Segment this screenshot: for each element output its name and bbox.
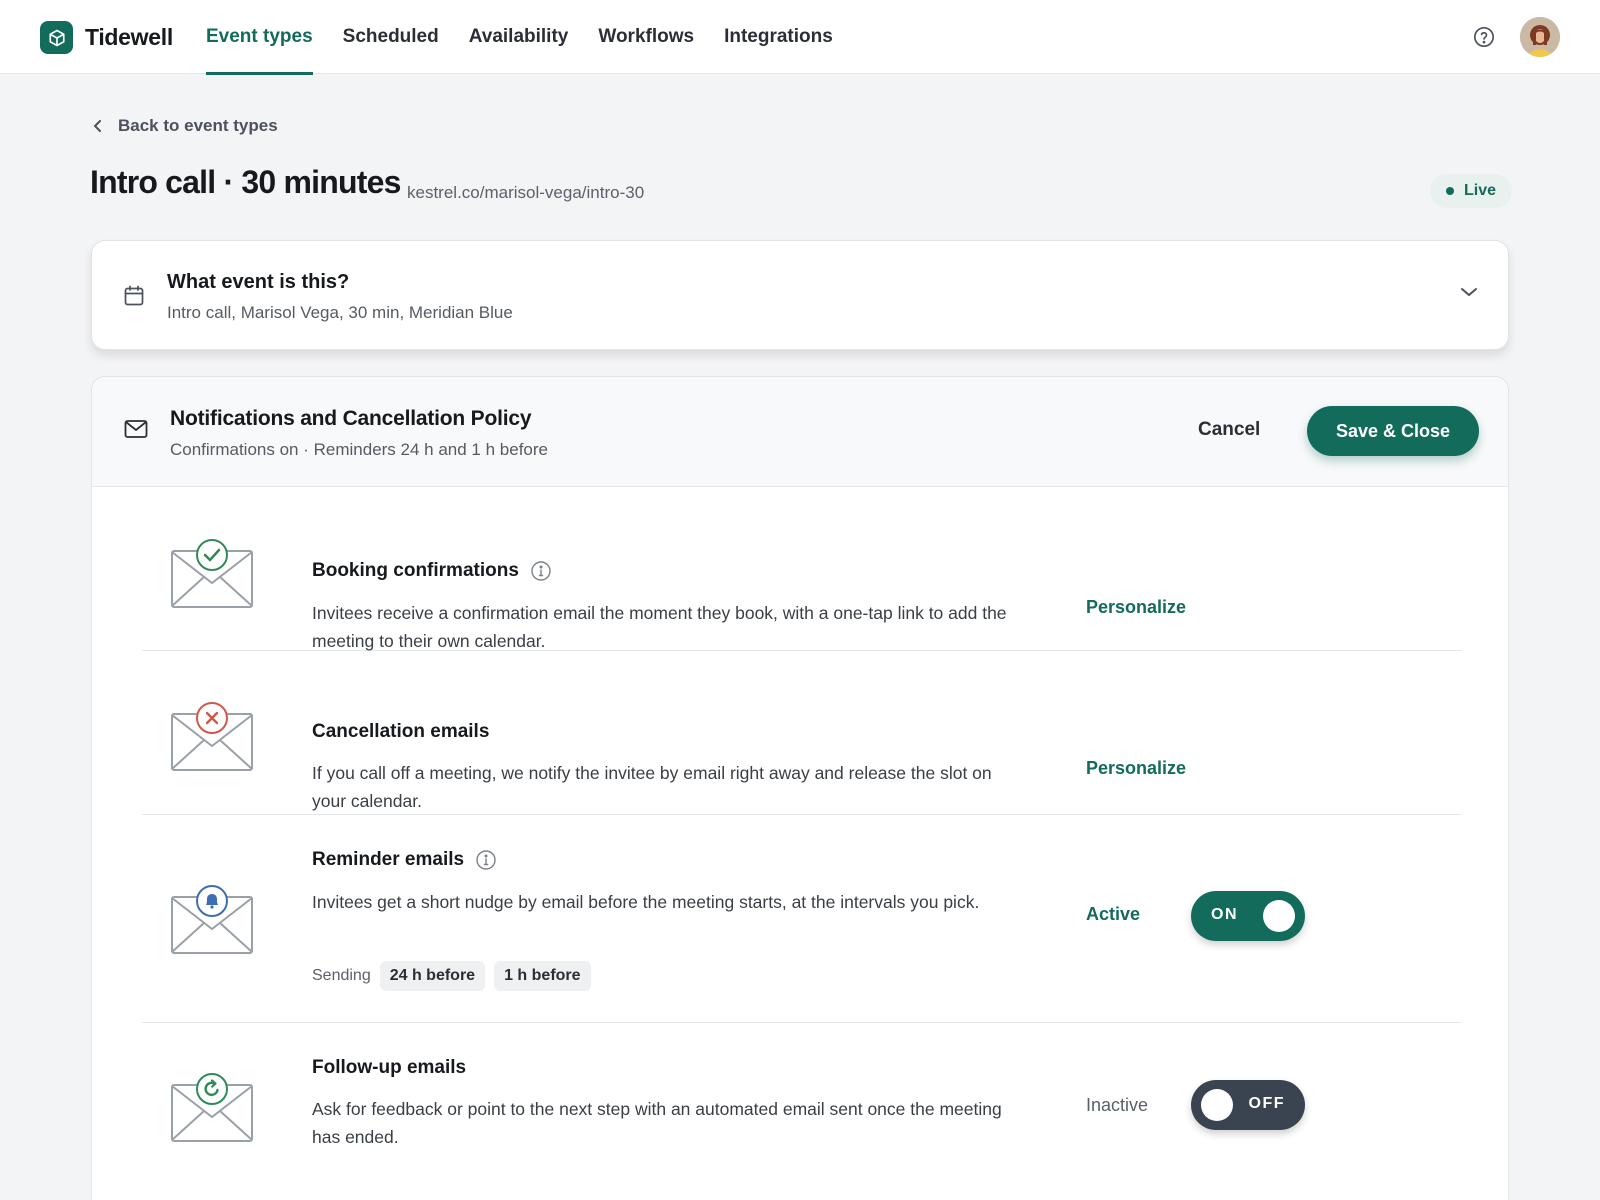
event-card-summary: Intro call, Marisol Vega, 30 min, Meridi… bbox=[167, 303, 513, 322]
page-title: Intro call · 30 minutes bbox=[90, 164, 401, 200]
toggle-knob bbox=[1201, 1089, 1233, 1121]
row-description: Invitees get a short nudge by email befo… bbox=[312, 892, 980, 912]
brand[interactable]: Tidewell bbox=[40, 21, 173, 54]
envelope-refresh-icon bbox=[170, 1073, 254, 1143]
info-icon[interactable] bbox=[531, 561, 551, 581]
nav-item-event-types[interactable]: Event types bbox=[206, 0, 313, 75]
toggle-knob bbox=[1263, 900, 1295, 932]
calendar-icon bbox=[124, 285, 144, 312]
reminder-toggle[interactable]: ON bbox=[1191, 891, 1305, 941]
row-description: Invitees receive a confirmation email th… bbox=[312, 603, 1007, 651]
envelope-check-icon bbox=[170, 539, 254, 609]
row-title-wrap: Follow-up emails bbox=[312, 1057, 466, 1079]
brand-logo-icon bbox=[40, 21, 73, 54]
mail-icon bbox=[124, 419, 148, 444]
interval-chip[interactable]: 1 h before bbox=[494, 961, 591, 991]
row-description: Ask for feedback or point to the next st… bbox=[312, 1099, 1002, 1147]
user-avatar[interactable] bbox=[1520, 17, 1560, 57]
chevron-left-icon bbox=[94, 120, 101, 132]
notifications-card-summary: Confirmations on · Reminders 24 h and 1 … bbox=[170, 440, 548, 459]
info-icon[interactable] bbox=[476, 850, 496, 870]
notification-row-reminder-emails: Reminder emails Invitees get a short nud… bbox=[142, 815, 1462, 1023]
reminder-state-label: Active bbox=[1086, 904, 1141, 924]
event-details-card[interactable]: What event is this? Intro call, Marisol … bbox=[91, 240, 1509, 350]
interval-chip[interactable]: 24 h before bbox=[379, 961, 486, 991]
row-title-wrap: Booking confirmations bbox=[312, 560, 551, 582]
personalize-link[interactable]: Personalize bbox=[1086, 758, 1186, 779]
row-title: Booking confirmations bbox=[312, 560, 519, 581]
nav-item-availability[interactable]: Availability bbox=[469, 0, 569, 74]
event-url: kestrel.co/marisol-vega/intro-30 bbox=[407, 183, 645, 202]
notifications-card: Notifications and Cancellation Policy Co… bbox=[91, 376, 1509, 1200]
follow-up-state-label: Inactive bbox=[1086, 1095, 1149, 1115]
personalize-link[interactable]: Personalize bbox=[1086, 597, 1186, 618]
primary-nav: Event types Scheduled Availability Workf… bbox=[206, 0, 863, 75]
chevron-down-icon[interactable] bbox=[1460, 285, 1478, 303]
cancel-button[interactable]: Cancel bbox=[1198, 419, 1260, 441]
row-title: Follow-up emails bbox=[312, 1057, 467, 1078]
follow-up-toggle[interactable]: OFF bbox=[1191, 1080, 1305, 1130]
notification-rows: Booking confirmations Invitees receive a… bbox=[142, 487, 1462, 1200]
notifications-card-header: Notifications and Cancellation Policy Co… bbox=[92, 377, 1508, 487]
notifications-card-title: Notifications and Cancellation Policy bbox=[170, 407, 532, 430]
row-description: If you call off a meeting, we notify the… bbox=[312, 763, 992, 811]
toggle-label: OFF bbox=[1248, 1095, 1285, 1112]
nav-item-scheduled[interactable]: Scheduled bbox=[343, 0, 439, 74]
status-dot-icon bbox=[1446, 187, 1454, 195]
row-title-wrap: Cancellation emails bbox=[312, 721, 489, 743]
brand-name: Tidewell bbox=[85, 24, 173, 50]
back-to-event-types-link[interactable]: Back to event types bbox=[92, 116, 278, 136]
row-title: Reminder emails bbox=[312, 849, 465, 870]
top-nav-bar: Tidewell Event types Scheduled Availabil… bbox=[0, 0, 1600, 75]
question-circle-icon[interactable] bbox=[1473, 26, 1495, 48]
sending-label: Sending bbox=[312, 967, 371, 984]
nav-item-workflows[interactable]: Workflows bbox=[598, 0, 694, 74]
notification-row-booking-confirmations: Booking confirmations Invitees receive a… bbox=[142, 487, 1462, 651]
save-and-close-button[interactable]: Save & Close bbox=[1307, 406, 1479, 456]
notification-row-cancellation-emails: Cancellation emails If you call off a me… bbox=[142, 651, 1462, 815]
status-label: Live bbox=[1464, 182, 1497, 199]
notification-row-follow-up-emails: Follow-up emails Ask for feedback or poi… bbox=[142, 1023, 1462, 1200]
row-title-wrap: Reminder emails bbox=[312, 849, 496, 871]
toggle-label: ON bbox=[1211, 906, 1238, 923]
nav-item-integrations[interactable]: Integrations bbox=[724, 0, 833, 74]
event-card-title: What event is this? bbox=[167, 271, 350, 293]
envelope-bell-icon bbox=[170, 885, 254, 955]
back-link-label: Back to event types bbox=[118, 116, 278, 135]
sending-intervals: Sending 24 h before 1 h before bbox=[312, 961, 591, 991]
row-title: Cancellation emails bbox=[312, 721, 490, 742]
status-badge: Live bbox=[1430, 174, 1513, 208]
envelope-x-icon bbox=[170, 702, 254, 772]
